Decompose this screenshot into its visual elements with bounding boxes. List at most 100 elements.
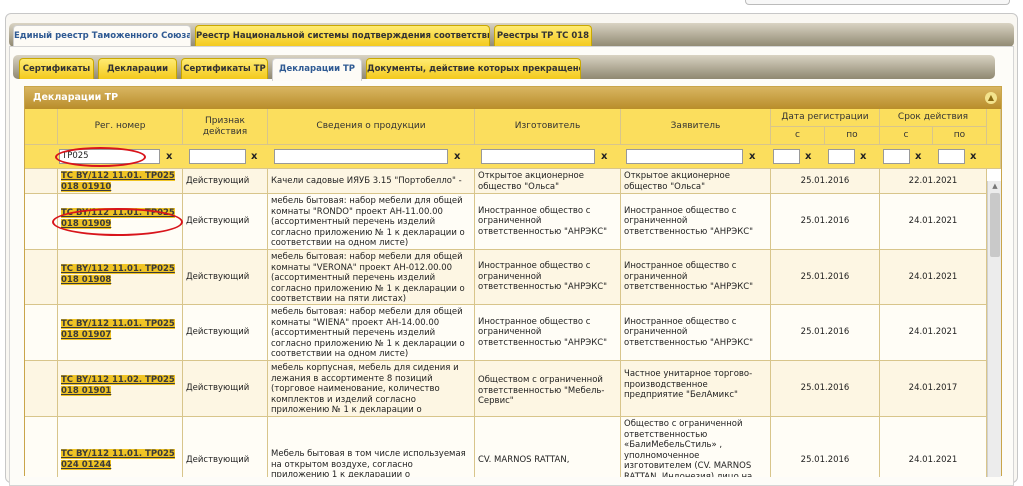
- product-cell: мебель бытовая: набор мебели для общей к…: [268, 250, 475, 305]
- reg-number-cell[interactable]: ТС BY/112 11.02. ТР025 018 01901: [58, 361, 183, 417]
- reg-date-cell: 25.01.2016: [771, 417, 880, 477]
- panel-title: Декларации ТР: [33, 92, 119, 103]
- row-spacer: [25, 169, 58, 194]
- outer-tab-bar: Единый реестр Таможенного Союза Реестр Н…: [9, 23, 1014, 49]
- filter-manufacturer-input[interactable]: [481, 149, 595, 164]
- reg-number-cell[interactable]: ТС BY/112 11.01. ТР025 018 01908: [58, 250, 183, 305]
- reg-date-cell: 25.01.2016: [771, 361, 880, 417]
- reg-date-cell: 25.01.2016: [771, 250, 880, 305]
- header-scroll-spacer: [987, 109, 1001, 145]
- tab-tr-ts-018-registry[interactable]: Реестры ТР ТС 018: [494, 25, 592, 47]
- manufacturer-cell: Иностранное общество с ограниченной отве…: [475, 305, 621, 361]
- reg-number-link[interactable]: ТС BY/112 11.01. ТР025 024 01244: [61, 449, 175, 470]
- declarations-table: Рег. номер Признак действия Сведения о п…: [25, 109, 1001, 477]
- status-cell: Действующий: [183, 169, 268, 194]
- manufacturer-cell: Иностранное общество с ограниченной отве…: [475, 250, 621, 305]
- filter-valid-from-input[interactable]: [883, 149, 910, 164]
- reg-date-cell: 25.01.2016: [771, 194, 880, 250]
- manufacturer-cell: Иностранное общество с ограниченной отве…: [475, 194, 621, 250]
- clear-reg-date-to-icon[interactable]: x: [860, 149, 866, 164]
- header-reg-number[interactable]: Рег. номер: [58, 109, 183, 145]
- reg-number-cell[interactable]: ТС BY/112 11.01. ТР025 024 01244: [58, 417, 183, 477]
- clear-product-filter-icon[interactable]: x: [454, 149, 460, 164]
- filter-product-input[interactable]: [274, 149, 448, 164]
- header-valid-to[interactable]: по: [933, 127, 987, 145]
- valid-to-cell: 24.01.2021: [880, 194, 987, 250]
- applicant-cell: Общество с ограниченной ответственностью…: [621, 417, 771, 477]
- tab-national-registry[interactable]: Реестр Национальной системы подтверждени…: [195, 25, 490, 47]
- tab-certificates[interactable]: Сертификаты: [19, 58, 94, 79]
- valid-to-cell: 22.01.2021: [880, 169, 987, 194]
- clear-applicant-filter-icon[interactable]: x: [749, 149, 755, 164]
- tab-declarations[interactable]: Декларации: [98, 58, 177, 79]
- product-cell: мебель бытовая: набор мебели для общей к…: [268, 194, 475, 250]
- row-spacer: [25, 361, 58, 417]
- valid-to-cell: 24.01.2021: [880, 417, 987, 477]
- row-spacer: [25, 250, 58, 305]
- highlight-ellipse-row: [52, 208, 183, 236]
- declarations-panel: Декларации ТР ▲ Рег. номер Признак дейст…: [24, 86, 1002, 477]
- header-applicant[interactable]: Заявитель: [621, 109, 771, 145]
- reg-date-cell: 25.01.2016: [771, 305, 880, 361]
- filter-reg-date-to-input[interactable]: [828, 149, 855, 164]
- manufacturer-cell: Открытое акционерное общество "Ольса": [475, 169, 621, 194]
- tab-terminated-documents[interactable]: Документы, действие которых прекращено: [366, 58, 581, 79]
- valid-to-cell: 24.01.2021: [880, 250, 987, 305]
- clear-status-filter-icon[interactable]: x: [251, 149, 257, 164]
- scrollbar-thumb[interactable]: [990, 193, 1000, 257]
- highlight-ellipse-filter: [55, 147, 146, 167]
- product-cell: мебель корпусная, мебель для сидения и л…: [268, 361, 475, 417]
- product-cell: Качели садовые ИЯУБ 3.15 "Портобелло" -: [268, 169, 475, 194]
- manufacturer-cell: CV. MARNOS RATTAN,: [475, 417, 621, 477]
- header-manufacturer[interactable]: Изготовитель: [475, 109, 621, 145]
- clear-reg-date-from-icon[interactable]: x: [805, 149, 811, 164]
- reg-number-link[interactable]: ТС BY/112 11.01. ТР025 018 01907: [61, 319, 175, 340]
- clear-manufacturer-filter-icon[interactable]: x: [601, 149, 607, 164]
- inner-tab-bar: Сертификаты Декларации Сертификаты ТР Де…: [13, 55, 995, 81]
- header-valid-from[interactable]: с: [880, 127, 933, 145]
- filter-row: TP025 x x x x x x x x x: [25, 145, 1001, 169]
- reg-number-link[interactable]: ТС BY/112 11.01. ТР025 018 01908: [61, 264, 175, 285]
- manufacturer-cell: Обществом с ограниченной ответственность…: [475, 361, 621, 417]
- header-spacer: [25, 109, 58, 145]
- header-reg-date: Дата регистрации: [771, 109, 880, 127]
- header-reg-date-from[interactable]: с: [771, 127, 825, 145]
- header-reg-date-to[interactable]: по: [825, 127, 880, 145]
- tab-certificates-tr[interactable]: Сертификаты ТР: [181, 58, 268, 79]
- applicant-cell: Иностранное общество с ограниченной отве…: [621, 305, 771, 361]
- vertical-scrollbar[interactable]: ▲: [987, 181, 1001, 477]
- filter-reg-date-from-input[interactable]: [773, 149, 800, 164]
- collapse-icon[interactable]: ▲: [985, 92, 997, 104]
- reg-number-link[interactable]: ТС BY/112 11.01. ТР025 018 01910: [61, 171, 175, 192]
- filter-valid-to-input[interactable]: [938, 149, 965, 164]
- reg-number-cell[interactable]: ТС BY/112 11.01. ТР025 018 01907: [58, 305, 183, 361]
- row-spacer: [25, 305, 58, 361]
- product-cell: Мебель бытовая в том числе используемая …: [268, 417, 475, 477]
- top-search-box[interactable]: [745, 0, 1010, 5]
- valid-to-cell: 24.01.2017: [880, 361, 987, 417]
- header-product[interactable]: Сведения о продукции: [268, 109, 475, 145]
- status-cell: Действующий: [183, 194, 268, 250]
- panel-header: Декларации ТР ▲: [25, 87, 1001, 109]
- status-cell: Действующий: [183, 250, 268, 305]
- applicant-cell: Частное унитарное торгово-производственн…: [621, 361, 771, 417]
- status-cell: Действующий: [183, 361, 268, 417]
- tab-declarations-tr[interactable]: Декларации ТР: [272, 58, 362, 81]
- clear-reg-filter-icon[interactable]: x: [166, 149, 172, 164]
- filter-status-input[interactable]: [189, 149, 246, 164]
- filter-applicant-input[interactable]: [626, 149, 743, 164]
- status-cell: Действующий: [183, 305, 268, 361]
- header-status[interactable]: Признак действия: [183, 109, 268, 145]
- applicant-cell: Иностранное общество с ограниченной отве…: [621, 194, 771, 250]
- reg-number-link[interactable]: ТС BY/112 11.02. ТР025 018 01901: [61, 375, 175, 396]
- row-spacer: [25, 417, 58, 477]
- valid-to-cell: 24.01.2021: [880, 305, 987, 361]
- applicant-cell: Иностранное общество с ограниченной отве…: [621, 250, 771, 305]
- reg-number-cell[interactable]: ТС BY/112 11.01. ТР025 018 01910: [58, 169, 183, 194]
- applicant-cell: Открытое акционерное общество "Ольса": [621, 169, 771, 194]
- header-valid-period: Срок действия: [880, 109, 987, 127]
- clear-valid-to-icon[interactable]: x: [970, 149, 976, 164]
- scroll-up-arrow-icon[interactable]: ▲: [990, 182, 1000, 191]
- reg-date-cell: 25.01.2016: [771, 169, 880, 194]
- clear-valid-from-icon[interactable]: x: [915, 149, 921, 164]
